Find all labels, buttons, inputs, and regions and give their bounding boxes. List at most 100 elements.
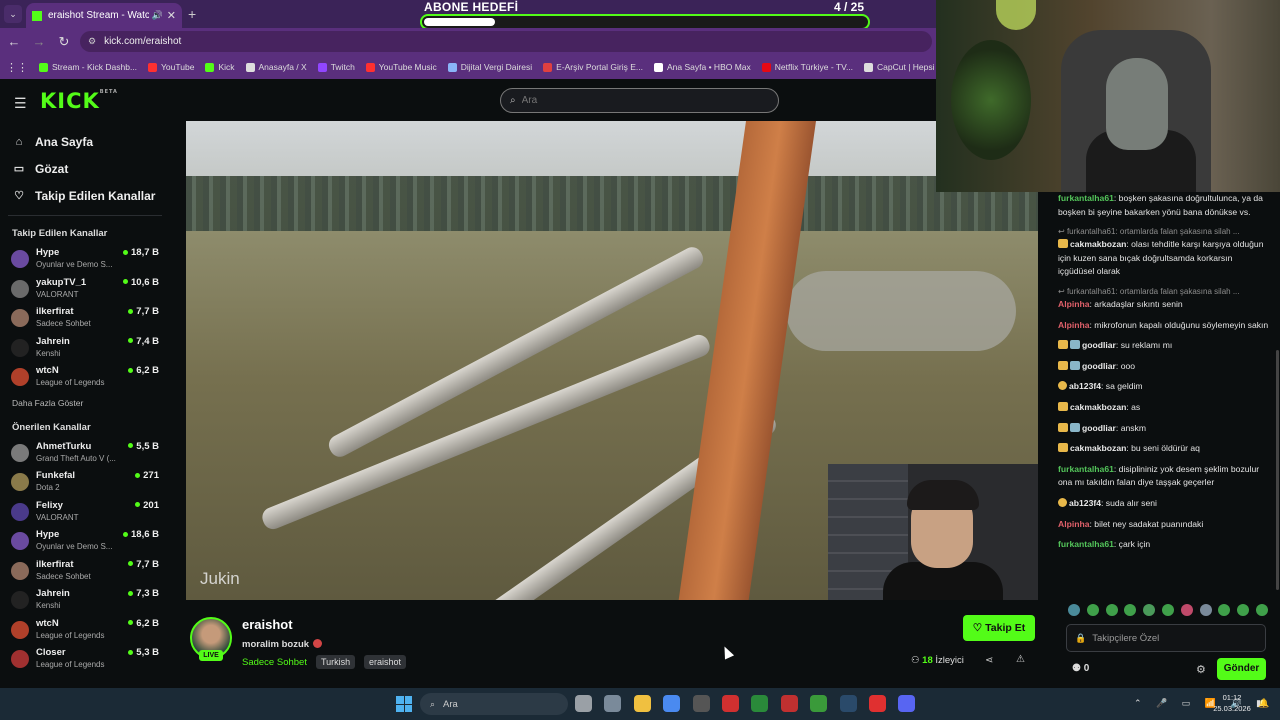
notification-icon[interactable]: 🔔 bbox=[1258, 698, 1269, 709]
back-arrow-icon[interactable]: ← bbox=[3, 34, 25, 49]
file-explorer-icon[interactable] bbox=[633, 695, 651, 712]
chat-message[interactable]: furkantalha61: çark için bbox=[1058, 538, 1270, 552]
chat-username[interactable]: cakmakbozan bbox=[1070, 239, 1126, 249]
emote-icon[interactable] bbox=[1124, 604, 1137, 616]
bookmark-item[interactable]: E-Arşiv Portal Giriş E... bbox=[543, 62, 643, 72]
emote-icon[interactable] bbox=[1143, 604, 1156, 616]
taskbar-search[interactable]: ⌕ Ara bbox=[420, 693, 568, 715]
channel-item[interactable]: ilkerfirat Sadece Sohbet 7,7 B bbox=[0, 303, 170, 333]
emote-icon[interactable] bbox=[1086, 604, 1099, 616]
discord-icon[interactable] bbox=[898, 695, 916, 712]
bookmark-item[interactable]: Netflix Türkiye - TV... bbox=[761, 62, 853, 72]
forward-arrow-icon[interactable]: → bbox=[28, 34, 50, 49]
channel-item[interactable]: wtcN League of Legends 6,2 B bbox=[0, 615, 170, 645]
chat-message[interactable]: ab123f4: sa geldim bbox=[1058, 380, 1270, 394]
streamer-name[interactable]: eraishot bbox=[242, 617, 293, 632]
bookmark-item[interactable]: YouTube Music bbox=[365, 62, 437, 72]
bookmark-item[interactable]: Kick bbox=[205, 62, 235, 72]
channel-item[interactable]: AhmetTurku Grand Theft Auto V (... 5,5 B bbox=[0, 438, 170, 468]
chat-message[interactable]: cakmakbozan: as bbox=[1058, 401, 1270, 415]
steam-icon[interactable] bbox=[839, 695, 857, 712]
emote-icon[interactable] bbox=[1218, 604, 1231, 616]
stream-category[interactable]: Sadece Sohbet bbox=[242, 657, 307, 668]
chat-message[interactable]: cakmakbozan: bu seni öldürür aq bbox=[1058, 442, 1270, 456]
chat-input[interactable]: 🔒 Takipçilere Özel bbox=[1066, 624, 1266, 652]
emote-icon[interactable] bbox=[1237, 604, 1250, 616]
xbox-app-icon[interactable] bbox=[751, 695, 769, 712]
chat-message[interactable]: Alpinha: bilet ney sadakat puanındaki bbox=[1058, 518, 1270, 532]
chat-message[interactable]: cakmakbozan: olası tehditle karşı karşıy… bbox=[1058, 238, 1270, 279]
obs-icon[interactable] bbox=[692, 695, 710, 712]
bookmark-item[interactable]: Anasayfa / X bbox=[245, 62, 307, 72]
emote-icon[interactable] bbox=[1161, 604, 1174, 616]
chat-username[interactable]: cakmakbozan bbox=[1070, 402, 1126, 412]
channel-item[interactable]: wtcN League of Legends 6,2 B bbox=[0, 362, 170, 392]
channel-item[interactable]: Hype Oyunlar ve Demo S... 18,6 B bbox=[0, 526, 170, 556]
browser-tab[interactable]: eraishot Stream - Watch Live 🔊 ✕ bbox=[26, 3, 182, 28]
widgets-icon[interactable] bbox=[575, 695, 592, 712]
menu-icon[interactable]: ☰ bbox=[14, 95, 27, 112]
chat-message[interactable]: furkantalha61: boşken şakasına doğrultul… bbox=[1058, 192, 1270, 219]
channel-points[interactable]: ⚉ 0 bbox=[1072, 663, 1089, 674]
chat-username[interactable]: goodliar bbox=[1082, 423, 1116, 433]
chat-username[interactable]: goodliar bbox=[1082, 340, 1116, 350]
settings-icon[interactable] bbox=[604, 695, 622, 712]
chat-message[interactable]: Alpinha: mikrofonun kapalı olduğunu söyl… bbox=[1058, 319, 1270, 333]
sidebar-item-takip-edilen-kanallar[interactable]: ♡ Takip Edilen Kanallar bbox=[0, 182, 170, 209]
sidebar-item-ana-sayfa[interactable]: ⌂ Ana Sayfa bbox=[0, 128, 170, 155]
site-info-icon[interactable]: ⚙ bbox=[88, 36, 96, 47]
youtube-app-icon[interactable] bbox=[869, 695, 886, 712]
send-button[interactable]: Gönder bbox=[1217, 658, 1266, 680]
bookmark-item[interactable]: Twitch bbox=[317, 62, 355, 72]
bookmark-item[interactable]: CapCut | Hepsi bir a... bbox=[864, 62, 936, 72]
emote-icon[interactable] bbox=[1068, 604, 1080, 616]
stream-tag[interactable]: Turkish bbox=[316, 655, 356, 669]
stream-tag[interactable]: eraishot bbox=[364, 655, 407, 669]
chat-settings-icon[interactable]: ⚙ bbox=[1196, 663, 1206, 676]
chat-username[interactable]: furkantalha61 bbox=[1058, 464, 1114, 474]
windows-start-icon[interactable] bbox=[396, 696, 412, 712]
chat-scrollbar[interactable] bbox=[1276, 350, 1279, 590]
emote-icon[interactable] bbox=[1180, 604, 1193, 616]
chat-message[interactable]: furkantalha61: disiplininiz yok desem şe… bbox=[1058, 463, 1270, 490]
share-icon[interactable]: ⋖ bbox=[985, 655, 993, 666]
chat-username[interactable]: Alpinha bbox=[1058, 519, 1090, 529]
chat-message[interactable]: ab123f4: suda alır seni bbox=[1058, 497, 1270, 511]
close-tab-icon[interactable]: ✕ bbox=[167, 9, 176, 22]
tab-search-button[interactable]: ⌄ bbox=[4, 5, 22, 23]
show-more-link[interactable]: Daha Fazla Göster bbox=[0, 392, 170, 414]
apps-grid-icon[interactable]: ⋮⋮ bbox=[6, 61, 28, 74]
emote-icon[interactable] bbox=[1199, 604, 1212, 616]
reload-icon[interactable]: ↻ bbox=[53, 34, 75, 50]
chat-message[interactable]: goodliar: su reklamı mı bbox=[1058, 339, 1270, 353]
channel-item[interactable]: Hype Oyunlar ve Demo S... 18,7 B bbox=[0, 244, 170, 274]
emote-icon[interactable] bbox=[1105, 604, 1118, 616]
chat-username[interactable]: furkantalha61 bbox=[1058, 193, 1114, 203]
address-bar[interactable]: ⚙ kick.com/eraishot bbox=[80, 31, 932, 52]
clock[interactable]: 01:12 25.03.2026 bbox=[1212, 692, 1252, 714]
report-icon[interactable]: ⚠ bbox=[1016, 654, 1025, 665]
chat-messages[interactable]: furkantalha61: boşken şakasına doğrultul… bbox=[1058, 192, 1270, 592]
chat-username[interactable]: cakmakbozan bbox=[1070, 443, 1126, 453]
channel-item[interactable]: Jahrein Kenshi 7,4 B bbox=[0, 333, 170, 363]
chat-username[interactable]: Alpinha bbox=[1058, 299, 1090, 309]
channel-item[interactable]: Closer League of Legends 5,3 B bbox=[0, 644, 170, 674]
audio-icon[interactable]: 🔊 bbox=[152, 10, 163, 21]
channel-item[interactable]: Jahrein Kenshi 7,3 B bbox=[0, 585, 170, 615]
channel-item[interactable]: ilkerfirat Sadece Sohbet 7,7 B bbox=[0, 556, 170, 586]
bookmark-item[interactable]: Ana Sayfa • HBO Max bbox=[654, 62, 751, 72]
channel-item[interactable]: Felixy VALORANT 201 bbox=[0, 497, 170, 527]
channel-item[interactable]: Funkefal Dota 2 271 bbox=[0, 467, 170, 497]
emote-icon[interactable] bbox=[1255, 604, 1268, 616]
chat-username[interactable]: furkantalha61 bbox=[1058, 539, 1114, 549]
new-tab-button[interactable]: + bbox=[188, 6, 196, 22]
follow-button[interactable]: ♡ Takip Et bbox=[963, 615, 1035, 641]
chat-message[interactable]: goodliar: ooo bbox=[1058, 360, 1270, 374]
search-input[interactable] bbox=[521, 95, 722, 106]
chat-message[interactable]: Alpinha: arkadaşlar sıkıntı senin bbox=[1058, 298, 1270, 312]
channel-item[interactable]: yakupTV_1 VALORANT 10,6 B bbox=[0, 274, 170, 304]
kick-logo[interactable]: KICKBETA bbox=[40, 89, 118, 113]
chat-username[interactable]: ab123f4 bbox=[1069, 381, 1101, 391]
search-box[interactable]: ⌕ bbox=[500, 88, 779, 113]
chat-username[interactable]: Alpinha bbox=[1058, 320, 1090, 330]
